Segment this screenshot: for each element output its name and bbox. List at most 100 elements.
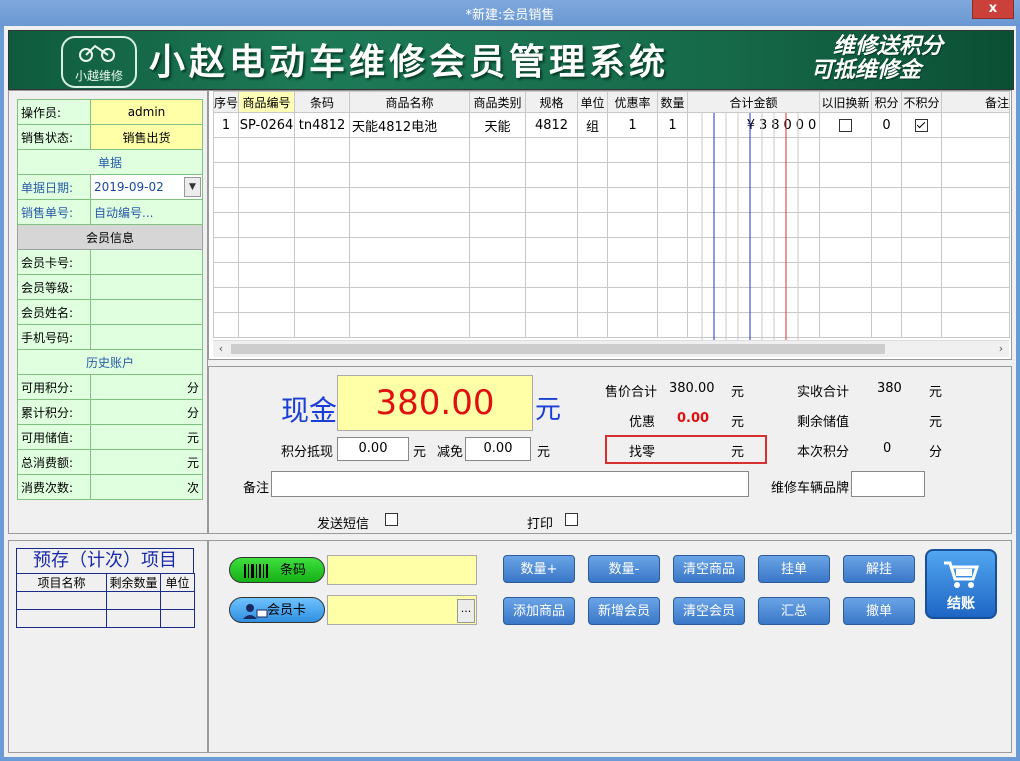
member-section: 会员信息: [17, 224, 203, 250]
banner: 小越维修 小赵电动车维修会员管理系统 维修送积分 可抵维修金: [8, 30, 1014, 90]
this-points-unit: 分: [929, 445, 943, 460]
table-row[interactable]: [212, 262, 1011, 288]
print-checkbox[interactable]: [565, 513, 578, 526]
price-total-unit: 元: [731, 385, 745, 400]
reduce-input[interactable]: 0.00: [465, 437, 531, 461]
add-item-button[interactable]: 添加商品: [503, 597, 575, 625]
scroll-right-icon[interactable]: ›: [993, 341, 1009, 357]
table-row[interactable]: [212, 137, 1011, 163]
col-header[interactable]: 商品编号: [238, 91, 296, 113]
col-header[interactable]: 备注: [941, 91, 1011, 113]
table-row[interactable]: [212, 312, 1011, 338]
table-row[interactable]: [212, 287, 1011, 313]
qty-plus-button[interactable]: 数量+: [503, 555, 575, 583]
scroll-left-icon[interactable]: ‹: [213, 341, 229, 357]
col-header[interactable]: 单位: [577, 91, 609, 113]
cell-name[interactable]: 天能4812电池: [349, 112, 471, 138]
cell-points[interactable]: 0: [871, 112, 903, 138]
logo: 小越维修: [61, 36, 137, 88]
cell-spec[interactable]: 4812: [525, 112, 579, 138]
table-row[interactable]: [16, 591, 195, 610]
card-label: 会员卡: [266, 603, 306, 618]
payment-panel: 现金 380.00 元 积分抵现 0.00 元 减免 0.00 元 售价合计 3…: [208, 366, 1012, 534]
cell-unit[interactable]: 组: [577, 112, 609, 138]
remaining-label: 剩余储值: [797, 415, 850, 430]
col-header[interactable]: 数量: [657, 91, 689, 113]
phone-value: [90, 324, 203, 350]
checkout-button[interactable]: 结账: [925, 549, 997, 619]
tradein-checkbox[interactable]: [839, 118, 853, 132]
more-button[interactable]: ...: [457, 599, 475, 623]
doc-date-label: 单据日期:: [17, 174, 91, 200]
member-icon: [243, 604, 268, 619]
sms-checkbox[interactable]: [385, 513, 398, 526]
col-header[interactable]: 合计金额: [687, 91, 821, 113]
cell-nopoints[interactable]: [901, 112, 943, 138]
reduce-unit: 元: [537, 445, 551, 460]
remark-input[interactable]: [271, 471, 749, 497]
sale-no-value: 自动编号...: [90, 199, 203, 225]
col-header[interactable]: 以旧换新: [819, 91, 873, 113]
close-button[interactable]: x: [972, 0, 1014, 19]
reduce-label: 减免: [437, 445, 464, 460]
points-offset-input[interactable]: 0.00: [337, 437, 409, 461]
avail-points-label: 可用积分:: [17, 374, 91, 400]
cell-barcode[interactable]: tn4812: [294, 112, 351, 138]
received-label: 实收合计: [797, 385, 850, 400]
member-card-input[interactable]: [327, 595, 477, 625]
col-header[interactable]: 条码: [294, 91, 351, 113]
table-row[interactable]: 1 SP-0264 tn4812 天能4812电池 天能 4812 组 1 1 …: [212, 112, 1011, 138]
cell-category[interactable]: 天能: [469, 112, 527, 138]
summary-button[interactable]: 汇总: [758, 597, 830, 625]
grid-header: 序号 商品编号 条码 商品名称 商品类别 规格 单位 优惠率 数量 合计金额 以…: [212, 91, 1011, 113]
table-row[interactable]: [212, 187, 1011, 213]
table-row[interactable]: [212, 212, 1011, 238]
col-header[interactable]: 优惠率: [607, 91, 659, 113]
scroll-thumb[interactable]: [231, 344, 885, 354]
cell-discount[interactable]: 1: [607, 112, 659, 138]
col-header[interactable]: 商品名称: [349, 91, 471, 113]
window-title: *新建:会员销售: [465, 8, 555, 23]
cell-no[interactable]: 1: [212, 112, 240, 138]
clear-items-button[interactable]: 清空商品: [673, 555, 745, 583]
change-unit: 元: [731, 445, 745, 460]
plate-input[interactable]: [851, 471, 925, 497]
col-header[interactable]: 不积分: [901, 91, 943, 113]
doc-date-picker[interactable]: 2019-09-02 ▼: [90, 174, 203, 200]
col-header[interactable]: 序号: [212, 91, 240, 113]
table-row[interactable]: [16, 609, 195, 628]
table-row[interactable]: [212, 237, 1011, 263]
brand-title: 小赵电动车维修会员管理系统: [149, 41, 670, 83]
phone-label: 手机号码:: [17, 324, 91, 350]
horizontal-scrollbar[interactable]: ‹ ›: [213, 340, 1009, 357]
doc-section: 单据: [17, 149, 203, 175]
qty-minus-button[interactable]: 数量-: [588, 555, 660, 583]
remaining-unit: 元: [929, 415, 943, 430]
points-offset-label: 积分抵现: [281, 445, 334, 460]
member-card-mode-button[interactable]: 会员卡: [229, 597, 325, 623]
chevron-down-icon[interactable]: ▼: [184, 177, 201, 197]
barcode-mode-button[interactable]: 条码: [229, 557, 325, 583]
barcode-label: 条码: [279, 563, 306, 578]
barcode-input[interactable]: [327, 555, 477, 585]
col-header[interactable]: 规格: [525, 91, 579, 113]
table-row[interactable]: [212, 162, 1011, 188]
clear-member-button[interactable]: 清空会员: [673, 597, 745, 625]
col-header[interactable]: 积分: [871, 91, 903, 113]
release-order-button[interactable]: 解挂: [843, 555, 915, 583]
cell-qty[interactable]: 1: [657, 112, 689, 138]
cell-code[interactable]: SP-0264: [238, 112, 296, 138]
amount-digit-lines: [701, 113, 799, 341]
level-value: [90, 274, 203, 300]
cell-tradein[interactable]: [819, 112, 873, 138]
add-member-button[interactable]: 新增会员: [588, 597, 660, 625]
avail-stored-label: 可用储值:: [17, 424, 91, 450]
spend-count-label: 消费次数:: [17, 474, 91, 500]
received-unit: 元: [929, 385, 943, 400]
cash-amount-field[interactable]: 380.00: [337, 375, 533, 431]
col-header[interactable]: 商品类别: [469, 91, 527, 113]
cancel-order-button[interactable]: 撤单: [843, 597, 915, 625]
cell-remark[interactable]: [941, 112, 1011, 138]
nopoints-checkbox[interactable]: [915, 118, 929, 132]
hold-order-button[interactable]: 挂单: [758, 555, 830, 583]
